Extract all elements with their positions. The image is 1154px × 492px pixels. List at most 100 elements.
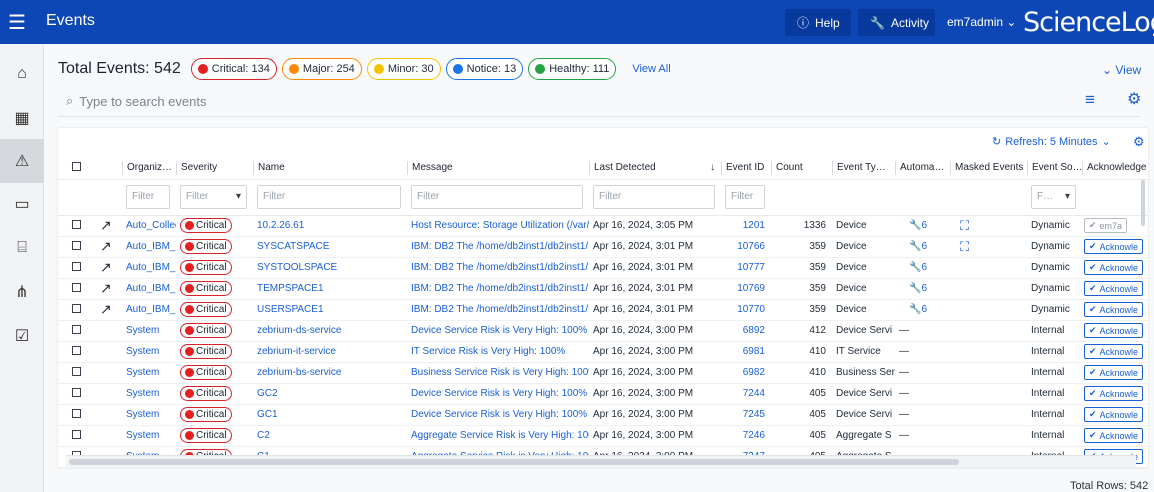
organization-link[interactable]: Auto_Collec bbox=[126, 220, 176, 231]
event-name-link[interactable]: TEMPSPACE1 bbox=[257, 283, 324, 294]
event-id-link[interactable]: 1201 bbox=[743, 220, 765, 231]
automation-wrench-icon[interactable]: 🔧 bbox=[909, 283, 921, 294]
vertical-scrollbar[interactable] bbox=[1141, 180, 1145, 226]
table-row[interactable]: ↗ Auto_IBM_D Critical USERSPACE1 IBM: DB2 Th… bbox=[58, 299, 1148, 321]
briefcase-icon[interactable]: ⌸ bbox=[0, 226, 44, 270]
gear-icon[interactable]: ⚙ bbox=[1127, 89, 1141, 109]
acknowledge-button[interactable]: ✔ Acknowle bbox=[1084, 281, 1144, 296]
row-checkbox[interactable] bbox=[72, 366, 81, 376]
acknowledge-button[interactable]: ✔ Acknowle bbox=[1084, 239, 1144, 254]
row-checkbox[interactable] bbox=[72, 261, 81, 271]
event-name-link[interactable]: GC1 bbox=[257, 409, 278, 420]
table-row[interactable]: System Critical GC1 Device Service Risk is … bbox=[58, 404, 1148, 426]
column-header[interactable]: Name bbox=[253, 157, 407, 180]
external-arrow-icon[interactable]: ↗ bbox=[100, 280, 112, 296]
column-header[interactable]: Event Ty… bbox=[832, 157, 895, 180]
severity-pill[interactable]: Major: 254 bbox=[281, 58, 362, 80]
event-name-link[interactable]: 10.2.26.61 bbox=[257, 220, 304, 231]
table-row[interactable]: ↗ Auto_IBM_D Critical SYSCATSPACE IBM: DB2 T… bbox=[58, 236, 1148, 258]
select-all-checkbox[interactable] bbox=[72, 161, 81, 171]
event-name-link[interactable]: SYSCATSPACE bbox=[257, 241, 329, 252]
topology-icon[interactable]: ⋔ bbox=[0, 270, 44, 314]
organization-link[interactable]: Auto_IBM_D bbox=[126, 304, 176, 315]
event-name-link[interactable]: GC2 bbox=[257, 388, 278, 399]
masked-events-icon[interactable]: ⛶ bbox=[960, 218, 969, 233]
event-id-link[interactable]: 10770 bbox=[737, 304, 765, 315]
organization-link[interactable]: System bbox=[126, 367, 159, 378]
event-message-link[interactable]: IBM: DB2 The /home/db2inst1/db2inst1/N( bbox=[411, 304, 589, 315]
event-message-link[interactable]: IBM: DB2 The /home/db2inst1/db2inst1/N( bbox=[411, 241, 589, 252]
acknowledge-button[interactable]: ✔ Acknowle bbox=[1084, 365, 1144, 380]
table-row[interactable]: ↗ Auto_IBM_D Critical TEMPSPACE1 IBM: DB2 Th… bbox=[58, 278, 1148, 300]
severity-pill[interactable]: Notice: 13 bbox=[445, 58, 524, 80]
column-filter-input[interactable]: Filter bbox=[593, 185, 715, 209]
column-header[interactable]: Masked Events bbox=[950, 157, 1027, 180]
event-id-link[interactable]: 6892 bbox=[743, 325, 765, 336]
refresh-control[interactable]: ↻ Refresh: 5 Minutes ⌄ bbox=[992, 135, 1111, 149]
masked-events-icon[interactable]: ⛶ bbox=[960, 239, 969, 254]
event-id-link[interactable]: 7245 bbox=[743, 409, 765, 420]
view-dropdown[interactable]: ⌄ View bbox=[1102, 63, 1141, 77]
acknowledge-button[interactable]: ✔ Acknowle bbox=[1084, 260, 1144, 275]
organization-link[interactable]: System bbox=[126, 325, 159, 336]
event-message-link[interactable]: IT Service Risk is Very High: 100% bbox=[411, 346, 565, 357]
acknowledge-button[interactable]: ✔ Acknowle bbox=[1084, 344, 1144, 359]
event-name-link[interactable]: SYSTOOLSPACE bbox=[257, 262, 337, 273]
row-checkbox[interactable] bbox=[72, 387, 81, 397]
row-checkbox[interactable] bbox=[72, 240, 81, 250]
organization-link[interactable]: Auto_IBM_D bbox=[126, 283, 176, 294]
table-settings-icon[interactable]: ⚙ bbox=[1133, 134, 1145, 150]
event-message-link[interactable]: Device Service Risk is Very High: 100% bbox=[411, 388, 587, 399]
event-message-link[interactable]: Host Resource: Storage Utilization (/var… bbox=[411, 220, 589, 231]
organization-link[interactable]: Auto_IBM_D bbox=[126, 241, 176, 252]
row-checkbox[interactable] bbox=[72, 408, 81, 418]
organization-link[interactable]: System bbox=[126, 346, 159, 357]
event-id-link[interactable]: 7246 bbox=[743, 430, 765, 441]
column-header[interactable]: Message bbox=[407, 157, 589, 180]
acknowledge-button[interactable]: ✔ Acknowle bbox=[1084, 407, 1144, 422]
event-message-link[interactable]: Aggregate Service Risk is Very High: 100… bbox=[411, 430, 589, 441]
event-id-link[interactable]: 10769 bbox=[737, 283, 765, 294]
row-checkbox[interactable] bbox=[72, 219, 81, 229]
automation-wrench-icon[interactable]: 🔧 bbox=[909, 241, 921, 252]
event-name-link[interactable]: zebrium-ds-service bbox=[257, 325, 341, 336]
table-row[interactable]: System Critical zebrium-ds-service Device S… bbox=[58, 320, 1148, 342]
acknowledge-button[interactable]: ✔ Acknowle bbox=[1084, 323, 1144, 338]
table-row[interactable]: System Critical GC2 Device Service Risk is … bbox=[58, 383, 1148, 405]
external-arrow-icon[interactable]: ↗ bbox=[100, 238, 112, 254]
automation-wrench-icon[interactable]: 🔧 bbox=[909, 304, 921, 315]
organization-link[interactable]: System bbox=[126, 409, 159, 420]
organization-link[interactable]: Auto_IBM_D bbox=[126, 262, 176, 273]
event-message-link[interactable]: Business Service Risk is Very High: 100% bbox=[411, 367, 589, 378]
column-header[interactable]: Automa… bbox=[895, 157, 950, 180]
event-message-link[interactable]: IBM: DB2 The /home/db2inst1/db2inst1/N( bbox=[411, 262, 589, 273]
event-id-link[interactable]: 7244 bbox=[743, 388, 765, 399]
event-name-link[interactable]: zebrium-bs-service bbox=[257, 367, 341, 378]
column-filter-input[interactable]: Filter ▾ bbox=[180, 185, 247, 209]
table-row[interactable]: ↗ Auto_Collec Critical 10.2.26.61 Host Resou… bbox=[58, 215, 1148, 237]
column-filter-input[interactable]: Filter bbox=[126, 185, 170, 209]
event-id-link[interactable]: 6982 bbox=[743, 367, 765, 378]
severity-pill[interactable]: Critical: 134 bbox=[190, 58, 277, 80]
column-header[interactable]: Event So… bbox=[1027, 157, 1082, 180]
severity-pill[interactable]: Healthy: 111 bbox=[528, 58, 617, 80]
activity-button[interactable]: 🔧 Activity bbox=[858, 9, 935, 36]
column-filter-input[interactable]: Filter bbox=[257, 185, 401, 209]
view-all-link[interactable]: View All bbox=[632, 63, 670, 75]
event-name-link[interactable]: C2 bbox=[257, 430, 270, 441]
table-row[interactable]: ↗ Auto_IBM_D Critical SYSTOOLSPACE IBM: DB2 … bbox=[58, 257, 1148, 279]
sort-descending-icon[interactable]: ↓ bbox=[710, 161, 715, 175]
row-checkbox[interactable] bbox=[72, 303, 81, 313]
acknowledge-button[interactable]: ✔ Acknowle bbox=[1084, 386, 1144, 401]
automation-wrench-icon[interactable]: 🔧 bbox=[909, 220, 921, 231]
automation-wrench-icon[interactable]: 🔧 bbox=[909, 262, 921, 273]
scrollbar-thumb[interactable] bbox=[69, 459, 959, 465]
column-filter-input[interactable]: Filter bbox=[411, 185, 583, 209]
external-arrow-icon[interactable]: ↗ bbox=[100, 217, 112, 233]
column-header[interactable]: Severity bbox=[176, 157, 253, 180]
event-id-link[interactable]: 10766 bbox=[737, 241, 765, 252]
search-bar[interactable]: ⌕ Type to search events bbox=[66, 93, 206, 109]
row-checkbox[interactable] bbox=[72, 429, 81, 439]
row-checkbox[interactable] bbox=[72, 324, 81, 334]
column-header[interactable]: Event ID bbox=[721, 157, 771, 180]
